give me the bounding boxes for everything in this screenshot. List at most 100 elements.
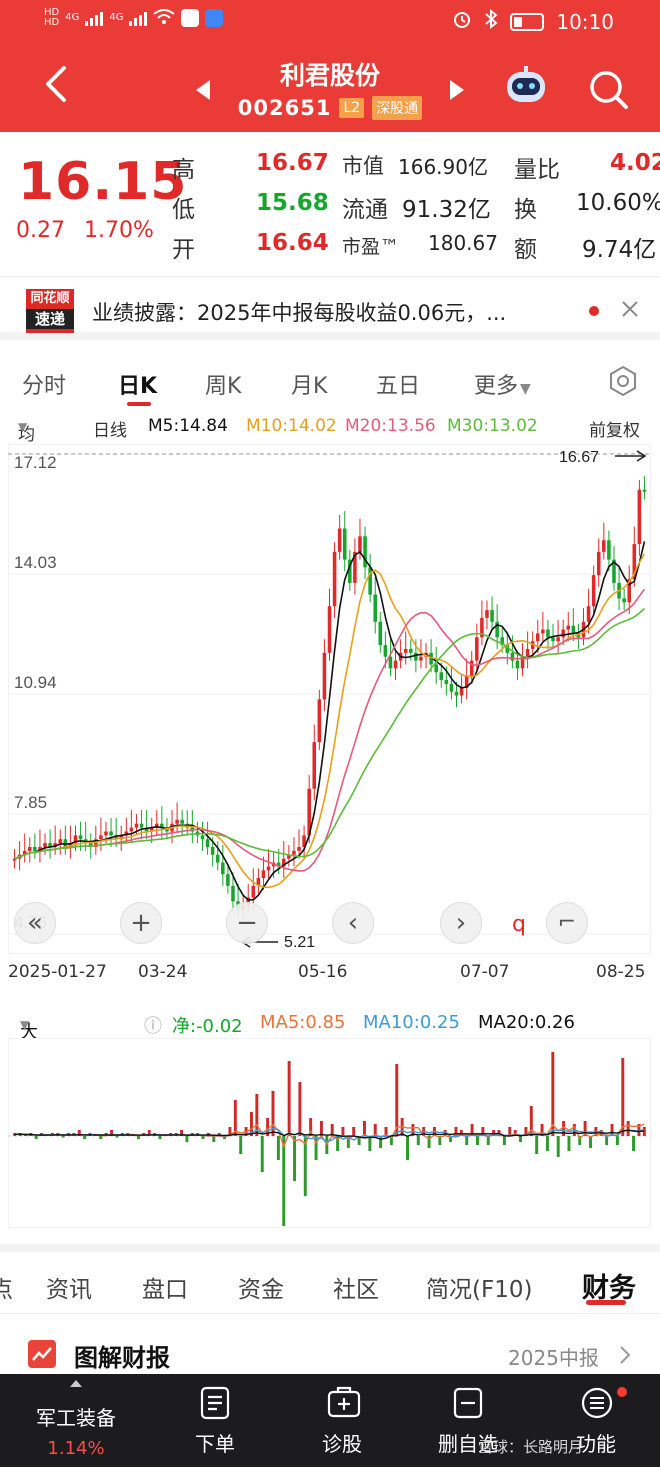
- zoom-out-button[interactable]: −: [226, 902, 268, 944]
- tab-intraday[interactable]: 分时: [22, 368, 66, 400]
- candle-body: [332, 551, 337, 607]
- signal-icon-2: [129, 10, 148, 26]
- amount-label: 额: [514, 237, 537, 263]
- tab-orderbook[interactable]: 盘口: [142, 1270, 188, 1304]
- mcap-label: 市值: [342, 154, 384, 178]
- zoom-out-full-button[interactable]: «: [14, 902, 56, 944]
- bluetooth-icon: [484, 8, 498, 34]
- candle-body: [78, 835, 83, 840]
- robot-assistant-icon[interactable]: [503, 66, 549, 106]
- candle-body: [414, 652, 418, 661]
- order-button[interactable]: 下单: [155, 1374, 275, 1467]
- tab-news[interactable]: 资讯: [46, 1270, 92, 1304]
- candle-body: [109, 831, 113, 836]
- candle-body: [99, 835, 103, 840]
- date-label-0: 2025-01-27: [8, 962, 107, 982]
- tab-daily[interactable]: 日K: [118, 368, 157, 400]
- change-amount: 0.27: [16, 218, 65, 243]
- status-bar: HD HD 4G 4G 10:10: [0, 0, 660, 44]
- candle-body: [607, 540, 611, 560]
- candle-body: [475, 637, 479, 661]
- help-icon[interactable]: ⓘ: [144, 1012, 162, 1038]
- tab-profile[interactable]: 简况(F10): [426, 1270, 532, 1304]
- candle-body: [403, 648, 408, 653]
- wifi-icon: [153, 6, 176, 30]
- flow-net-label: 净:-0.02: [172, 1016, 243, 1037]
- flow-chart[interactable]: [8, 1038, 651, 1228]
- search-icon[interactable]: [585, 66, 631, 112]
- app-notification-icon-2: [205, 9, 224, 27]
- sector-widget[interactable]: 军工装备 1.14%: [16, 1374, 136, 1467]
- date-label-1: 03-24: [138, 962, 188, 982]
- tab-capital[interactable]: 资金: [238, 1270, 284, 1304]
- candle-body: [525, 648, 530, 657]
- candle-body: [43, 843, 47, 848]
- q-icon[interactable]: q: [512, 912, 526, 937]
- report-row[interactable]: 图解财报 2025中报: [0, 1320, 660, 1376]
- candle-body: [586, 606, 591, 622]
- m10-label: M10:14.02: [246, 416, 337, 436]
- tab-five-day[interactable]: 五日: [376, 368, 420, 400]
- candle-body: [210, 847, 215, 855]
- app-header: HD HD 4G 4G 10:10 利君股份 002651 L2 深股通: [0, 0, 660, 132]
- tab-monthly[interactable]: 月K: [291, 368, 327, 400]
- tab-more[interactable]: 更多 ▼: [474, 368, 531, 400]
- kline-chart[interactable]: 17.1214.0310.947.854.7616.675.21: [8, 444, 651, 954]
- candle-body: [510, 652, 515, 661]
- candle-body: [566, 625, 571, 630]
- adjust-mode[interactable]: 前复权: [589, 416, 640, 441]
- y-tick-label: 10.94: [14, 673, 57, 692]
- candle-body: [622, 598, 626, 603]
- m20-label: M20:13.56: [345, 416, 436, 436]
- report-period: 2025中报: [508, 1346, 599, 1370]
- candle-body: [342, 528, 347, 560]
- candle-body: [561, 629, 565, 638]
- network-type-stack: HD HD: [44, 8, 59, 28]
- tab-community[interactable]: 社区: [333, 1270, 379, 1304]
- candle-body: [536, 633, 540, 642]
- stock-code: 002651: [237, 96, 332, 120]
- chevron-down-icon: ▼: [20, 1018, 30, 1032]
- candle-body: [393, 660, 398, 669]
- tab-weekly[interactable]: 周K: [205, 368, 241, 400]
- zoom-in-button[interactable]: +: [120, 902, 162, 944]
- scroll-left-button[interactable]: ‹: [332, 902, 374, 944]
- candle-body: [28, 847, 32, 851]
- tab-partial[interactable]: 点: [0, 1270, 13, 1304]
- diagnose-icon: [327, 1386, 361, 1418]
- candle-body: [485, 610, 489, 618]
- candle-body: [373, 594, 377, 622]
- scroll-right-button[interactable]: ›: [440, 902, 482, 944]
- candle-body: [368, 567, 372, 595]
- open-label: 开: [172, 237, 195, 263]
- date-label-2: 05-16: [298, 962, 348, 982]
- candle-body: [642, 489, 647, 492]
- open-value: 16.64: [256, 230, 329, 256]
- amount-value: 9.74亿: [582, 237, 657, 263]
- news-headline[interactable]: 业绩披露：2025年中报每股收益0.06元，...: [92, 297, 582, 327]
- fullscreen-icon[interactable]: ⌐: [546, 902, 588, 944]
- news-source-logo: 同花顺 速递: [26, 289, 74, 333]
- candle-body: [490, 610, 494, 622]
- news-logo-bottom: 速递: [26, 309, 74, 329]
- candle-body: [449, 683, 454, 692]
- date-label-4: 08-25: [596, 962, 646, 982]
- candle-body: [454, 691, 459, 696]
- candle-body: [317, 699, 322, 743]
- candle-body: [180, 819, 184, 824]
- sector-name: 军工装备: [36, 1406, 116, 1430]
- diagnose-button[interactable]: 诊股: [282, 1374, 402, 1467]
- candle-body: [215, 854, 220, 863]
- candle-body: [327, 606, 332, 653]
- period-label: 日线: [93, 421, 127, 441]
- caret-up-icon: [70, 1380, 82, 1387]
- active-detail-tab-indicator: [586, 1300, 626, 1305]
- candle-body: [358, 536, 362, 552]
- candle-body: [434, 664, 438, 673]
- settings-gear-icon[interactable]: [606, 364, 640, 398]
- chart-report-icon: [28, 1340, 56, 1368]
- close-icon[interactable]: [620, 299, 640, 319]
- news-ticker[interactable]: 同花顺 速递 业绩披露：2025年中报每股收益0.06元，...: [0, 276, 660, 340]
- candle-body: [200, 835, 205, 840]
- candle-body: [175, 819, 179, 824]
